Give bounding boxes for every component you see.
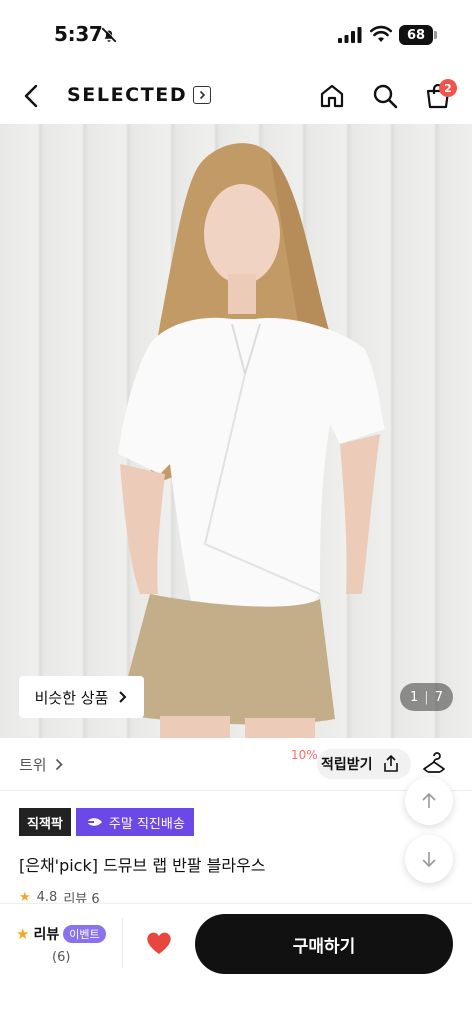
reward-share-button[interactable]: 적립받기 xyxy=(317,749,411,779)
review-summary[interactable]: ★ 리뷰 이벤트 (6) xyxy=(16,924,116,965)
arrow-up-icon xyxy=(422,792,436,808)
battery-icon: 68 xyxy=(399,25,433,45)
brand-shop-link[interactable]: 트위 xyxy=(19,754,63,775)
scroll-up-button[interactable] xyxy=(405,777,453,825)
share-icon xyxy=(383,754,398,772)
image-counter-current: 1 xyxy=(410,689,419,705)
image-counter: 1 | 7 xyxy=(400,683,453,711)
cart-count-badge: 2 xyxy=(439,79,457,97)
search-icon[interactable] xyxy=(371,82,399,110)
image-counter-separator: | xyxy=(424,689,429,705)
divider xyxy=(122,918,123,968)
delivery-badge: 주말 직진배송 xyxy=(75,808,194,836)
reward-percent: 10% xyxy=(291,748,318,762)
image-counter-total: 7 xyxy=(434,689,443,705)
delivery-badge-label: 주말 직진배송 xyxy=(108,816,185,832)
arrow-down-icon xyxy=(422,852,436,868)
divider xyxy=(0,790,472,791)
scroll-down-button[interactable] xyxy=(405,835,453,883)
product-badges: 직잭팍 주말 직진배송 xyxy=(19,808,194,836)
product-image[interactable]: 비슷한 상품 1 | 7 xyxy=(0,124,472,738)
wifi-icon xyxy=(370,25,392,42)
chevron-right-icon xyxy=(193,86,212,104)
similar-products-button[interactable]: 비슷한 상품 xyxy=(19,676,144,718)
heart-icon[interactable] xyxy=(144,928,174,958)
status-bar: 5:37 68 xyxy=(0,0,472,68)
direct-badge: 직잭팍 xyxy=(19,808,71,836)
signal-icon xyxy=(338,27,362,43)
chevron-right-icon xyxy=(119,691,127,703)
buy-button[interactable]: 구매하기 xyxy=(195,914,453,974)
reward-label: 적립받기 xyxy=(321,757,373,773)
delivery-icon xyxy=(84,818,102,826)
nav-bar: SELECTED xyxy=(0,68,472,124)
info-row: 트위 10% 적립받기 xyxy=(0,738,472,790)
brand-shop-label: 트위 xyxy=(19,756,47,774)
star-icon: ★ xyxy=(16,925,30,943)
bell-off-icon xyxy=(101,26,118,43)
back-icon[interactable] xyxy=(18,82,46,110)
review-count: (6) xyxy=(52,950,71,965)
event-badge: 이벤트 xyxy=(63,925,106,943)
bottom-bar: ★ 리뷰 이벤트 (6) 구매하기 xyxy=(0,903,472,1024)
product-photo xyxy=(118,143,385,738)
brand-link[interactable]: SELECTED xyxy=(67,84,212,106)
battery-cap xyxy=(434,31,437,39)
product-title: [은채'pick] 드뮤브 랩 반팔 블라우스 xyxy=(19,856,266,875)
review-label: 리뷰 xyxy=(33,927,60,943)
fitting-hanger-icon[interactable] xyxy=(421,752,447,778)
brand-name: SELECTED xyxy=(67,84,188,106)
home-icon[interactable] xyxy=(318,82,346,110)
similar-products-label: 비슷한 상품 xyxy=(34,688,109,707)
chevron-right-icon xyxy=(55,758,63,771)
status-time: 5:37 xyxy=(54,22,103,46)
